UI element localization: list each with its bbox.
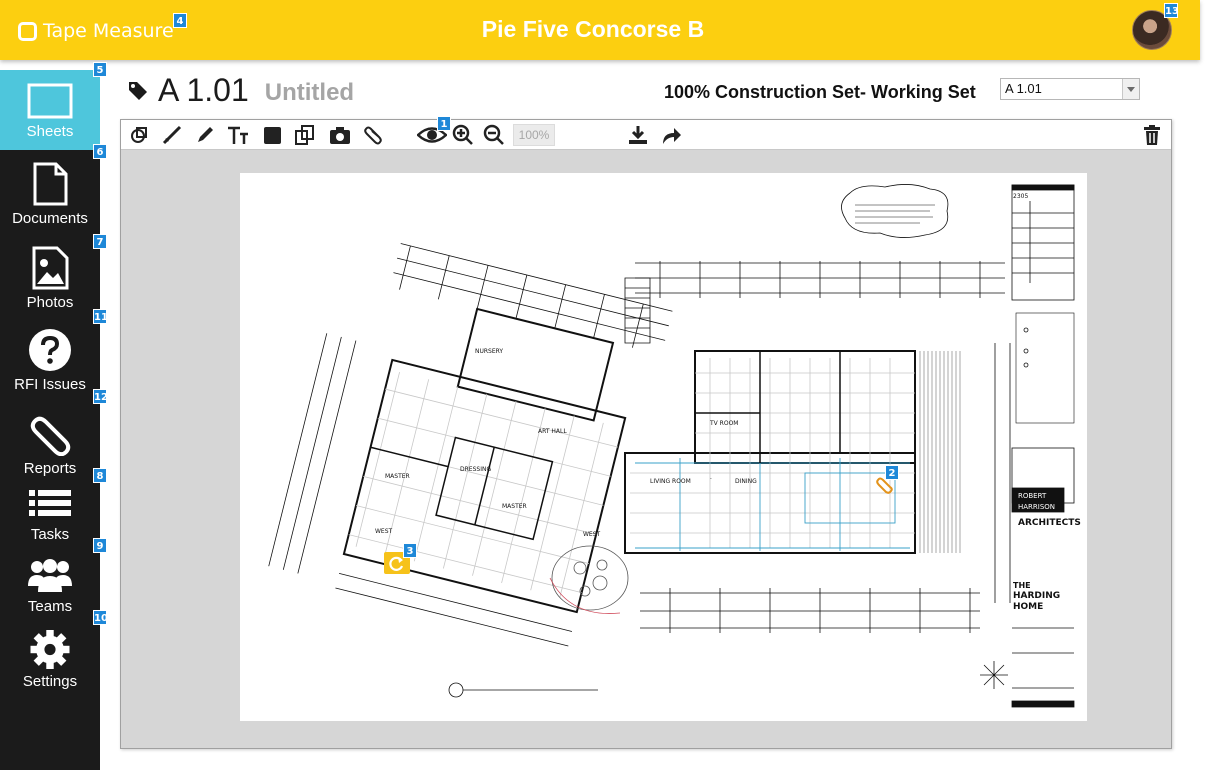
- sidebar-item-reports[interactable]: Reports: [0, 408, 100, 478]
- sidebar-item-teams[interactable]: Teams: [0, 558, 100, 618]
- hint-badge: 11: [93, 309, 108, 324]
- svg-text:HARDING: HARDING: [1013, 591, 1060, 601]
- people-icon: [28, 559, 72, 592]
- svg-text:TV ROOM: TV ROOM: [709, 420, 738, 427]
- sheet-header: A 1.01 Untitled 100% Construction Set- W…: [128, 70, 1178, 114]
- photo-icon: [32, 246, 69, 290]
- trash-icon[interactable]: [1141, 124, 1163, 146]
- svg-text:LIVING ROOM: LIVING ROOM: [650, 478, 691, 485]
- floor-plan-drawing: 2305 ROBERT HARRISON ARCHITECTS THE HARD…: [268, 184, 1081, 708]
- hint-badge: 2: [885, 465, 899, 480]
- svg-text:NURSERY: NURSERY: [475, 348, 503, 355]
- sheet-number: A 1.01: [158, 72, 249, 108]
- project-title: Pie Five Concorse B: [481, 16, 705, 42]
- sidebar-item-label: Teams: [27, 598, 73, 615]
- hint-badge: 12: [93, 389, 108, 404]
- hint-badge: 3: [403, 543, 417, 558]
- sidebar-item-photos[interactable]: Photos: [0, 246, 100, 316]
- sidebar-item-label: Tasks: [30, 526, 70, 543]
- chevron-down-icon[interactable]: [1122, 79, 1139, 99]
- sidebar-item-label: Settings: [22, 673, 78, 690]
- svg-text:2305: 2305: [1013, 193, 1028, 200]
- tag-icon: [129, 81, 147, 100]
- line-icon[interactable]: [161, 124, 183, 146]
- camera-icon[interactable]: [329, 124, 351, 146]
- document-icon: [33, 162, 68, 206]
- question-icon: [29, 329, 71, 371]
- svg-text:THE: THE: [1013, 581, 1031, 590]
- pencil-icon[interactable]: [194, 124, 216, 146]
- sidebar-item-label: RFI Issues: [14, 376, 86, 393]
- svg-text:ARCHITECTS: ARCHITECTS: [1018, 518, 1081, 528]
- list-icon: [29, 490, 71, 516]
- sheets-icon: [27, 83, 73, 119]
- svg-text:WEST: WEST: [583, 531, 601, 538]
- shapes-icon[interactable]: [129, 124, 151, 146]
- svg-text:MASTER: MASTER: [385, 473, 410, 480]
- sidebar-item-sheets[interactable]: Sheets: [0, 70, 100, 150]
- svg-text:DINING: DINING: [735, 478, 757, 485]
- sidebar-item-tasks[interactable]: Tasks: [0, 488, 100, 548]
- hint-badge: 9: [93, 538, 107, 553]
- sidebar-item-label: Sheets: [26, 123, 74, 140]
- sidebar: Sheets Documents Photos RFI Issues Repor…: [0, 62, 108, 770]
- sheet-name[interactable]: Untitled: [265, 79, 354, 107]
- download-icon[interactable]: [627, 124, 649, 146]
- markup-toolbar: 100% 1: [121, 116, 1171, 150]
- svg-text:ART HALL: ART HALL: [538, 428, 567, 435]
- hint-badge: 7: [93, 234, 107, 249]
- copy-icon[interactable]: [294, 124, 316, 146]
- set-label: 100% Construction Set- Working Set: [664, 82, 976, 102]
- sidebar-item-rfi-issues[interactable]: RFI Issues: [0, 328, 100, 398]
- hint-badge: 6: [93, 144, 107, 159]
- gear-icon: [30, 630, 70, 669]
- svg-text:MASTER: MASTER: [502, 503, 527, 510]
- hint-badge: 8: [93, 468, 107, 483]
- hint-badge: 10: [93, 610, 108, 625]
- paperclip-icon: [30, 416, 71, 456]
- sheet-title-group: A 1.01 Untitled: [128, 72, 354, 109]
- svg-text:WEST: WEST: [375, 528, 393, 535]
- blueprint-sheet[interactable]: 2305 ROBERT HARRISON ARCHITECTS THE HARD…: [240, 173, 1087, 721]
- sidebar-item-label: Reports: [23, 460, 77, 477]
- svg-text:DRESSING: DRESSING: [460, 466, 491, 473]
- hint-badge: 1: [437, 116, 451, 131]
- zoom-in-icon[interactable]: [452, 124, 474, 146]
- sheet-select[interactable]: A 1.01: [1000, 78, 1140, 100]
- hint-badge: 13: [1164, 3, 1179, 18]
- fill-icon[interactable]: [261, 124, 283, 146]
- top-bar: Tape Measure 4 Pie Five Concorse B 13: [0, 0, 1200, 60]
- sidebar-item-label: Documents: [12, 210, 88, 227]
- zoom-out-icon[interactable]: [483, 124, 505, 146]
- attach-icon[interactable]: [362, 124, 384, 146]
- hint-badge: 5: [93, 62, 107, 77]
- zoom-level: 100%: [513, 124, 555, 146]
- svg-text:HARRISON: HARRISON: [1018, 503, 1055, 511]
- sidebar-item-label: Photos: [26, 294, 74, 311]
- sidebar-item-documents[interactable]: Documents: [0, 162, 100, 232]
- share-icon[interactable]: [660, 124, 682, 146]
- svg-text:ROBERT: ROBERT: [1018, 492, 1047, 500]
- sheet-viewer: 100% 1 2305 ROBERT HARRISON ARCHITECTS T…: [120, 116, 1172, 749]
- sidebar-item-settings[interactable]: Settings: [0, 630, 100, 690]
- text-icon[interactable]: [227, 124, 249, 146]
- svg-text:HOME: HOME: [1013, 602, 1043, 612]
- svg-text:·: ·: [710, 476, 712, 483]
- sheet-select-value: A 1.01: [1005, 81, 1042, 96]
